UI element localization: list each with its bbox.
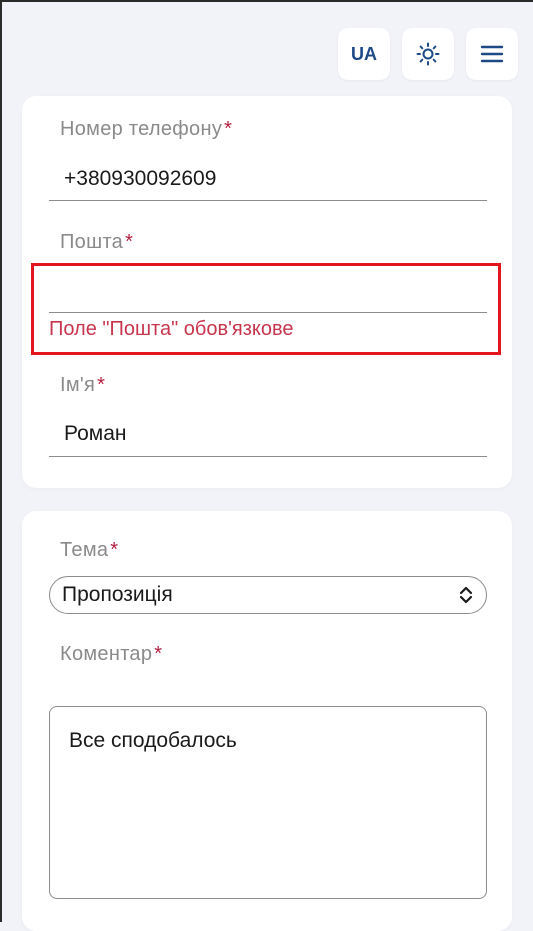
name-field[interactable]: Роман	[64, 422, 126, 446]
required-mark: *	[110, 539, 119, 561]
required-mark: *	[97, 374, 106, 396]
name-field-underline	[49, 456, 487, 457]
language-button[interactable]: UA	[338, 28, 390, 80]
phone-field[interactable]: +380930092609	[64, 167, 216, 191]
chevron-up-down-icon	[459, 586, 473, 604]
topic-label: Тема *	[60, 539, 119, 561]
required-mark: *	[154, 643, 163, 665]
required-mark: *	[125, 231, 134, 253]
comment-textarea[interactable]: Все сподобалось	[49, 706, 487, 899]
language-label: UA	[351, 43, 377, 64]
contact-details-card: Номер телефону * +380930092609 Пошта * Пол…	[22, 96, 512, 488]
email-error-message: Поле "Пошта" обов'язкове	[49, 318, 294, 340]
phone-label: Номер телефону *	[60, 118, 233, 140]
message-card: Тема * Пропозиція Коментар * Все сподобало…	[22, 511, 512, 931]
required-mark: *	[224, 118, 233, 140]
theme-toggle-button[interactable]	[402, 28, 454, 80]
menu-button[interactable]	[466, 28, 518, 80]
comment-label: Коментар *	[60, 643, 163, 665]
topic-select[interactable]: Пропозиція	[49, 576, 487, 614]
email-field-underline	[49, 312, 487, 313]
hamburger-menu-icon	[480, 45, 504, 63]
email-label: Пошта *	[60, 231, 134, 253]
email-field[interactable]	[64, 281, 484, 311]
phone-field-underline	[49, 200, 487, 201]
name-label: Ім'я *	[60, 374, 106, 396]
topic-selected-value: Пропозиція	[62, 583, 173, 606]
sun-icon	[416, 42, 440, 66]
